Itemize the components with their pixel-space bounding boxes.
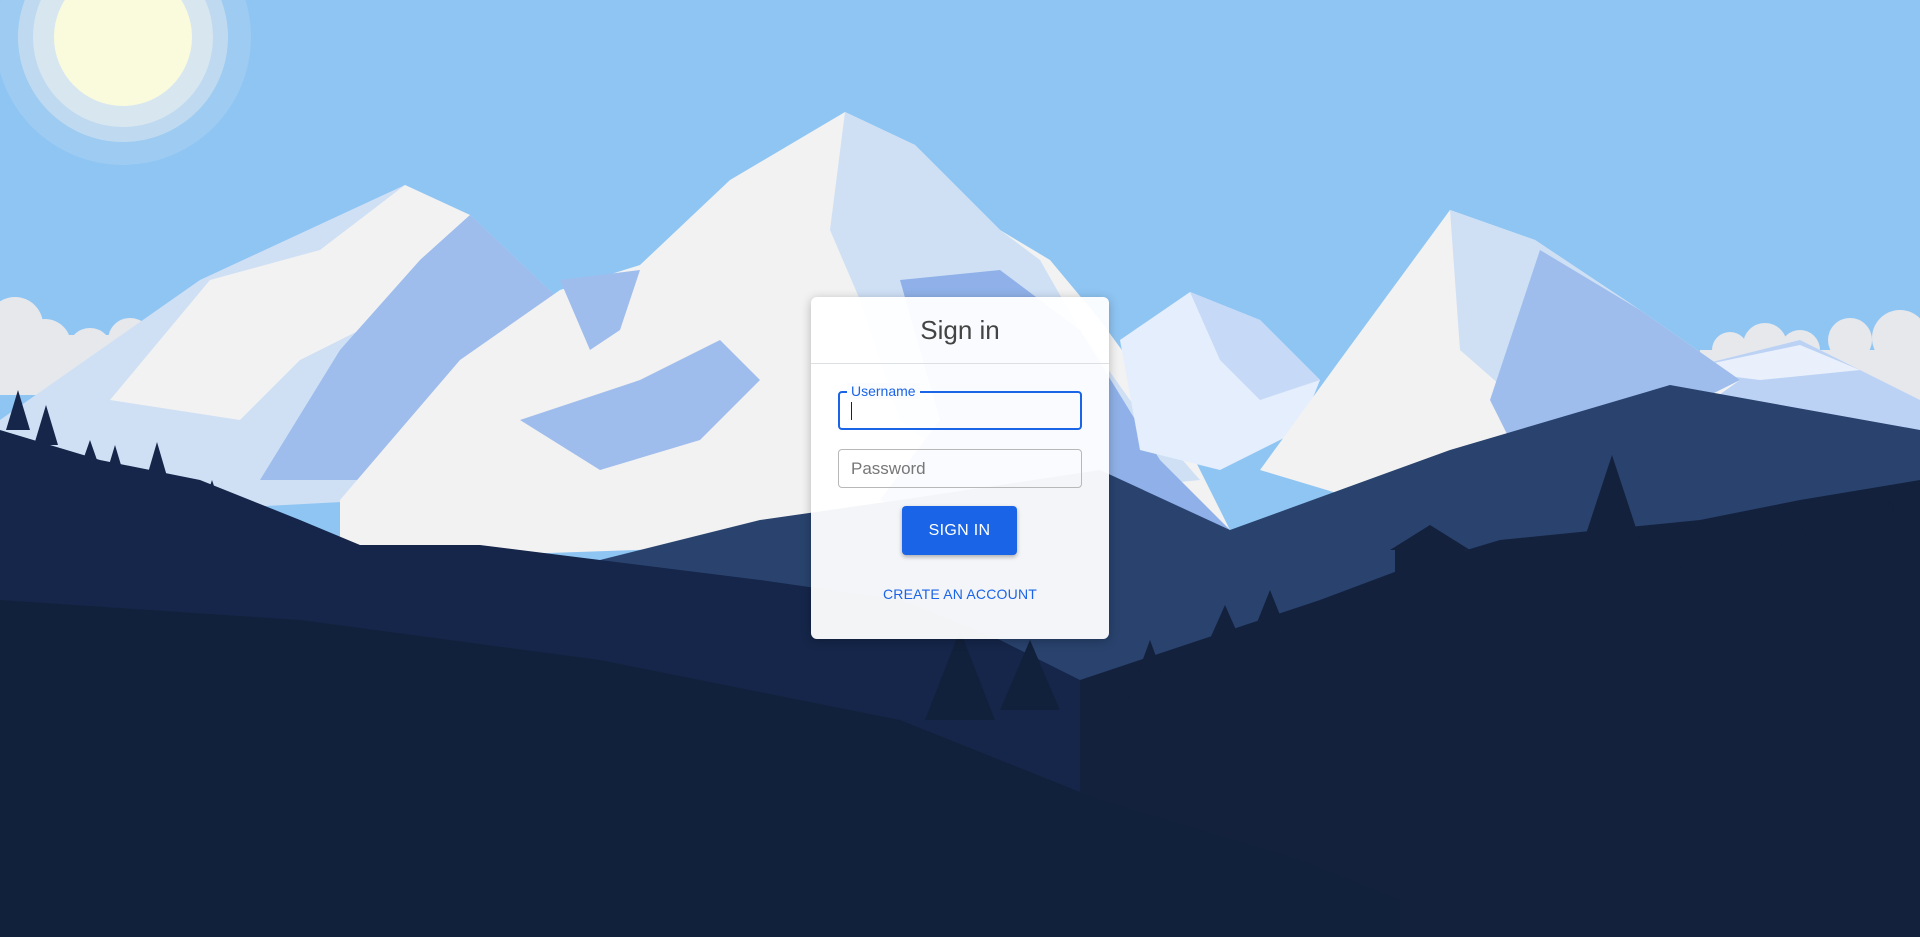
page-title: Sign in (920, 314, 1000, 345)
login-card: Sign in Username SIGN IN CREATE AN ACCOU… (811, 297, 1109, 639)
password-field[interactable] (838, 449, 1082, 488)
text-caret (851, 402, 852, 420)
create-account-link[interactable]: CREATE AN ACCOUNT (811, 586, 1109, 602)
username-label: Username (847, 383, 920, 399)
password-input[interactable] (839, 450, 1081, 487)
card-header: Sign in (811, 297, 1109, 364)
username-field[interactable]: Username (838, 383, 1082, 430)
sign-in-button[interactable]: SIGN IN (902, 506, 1017, 555)
